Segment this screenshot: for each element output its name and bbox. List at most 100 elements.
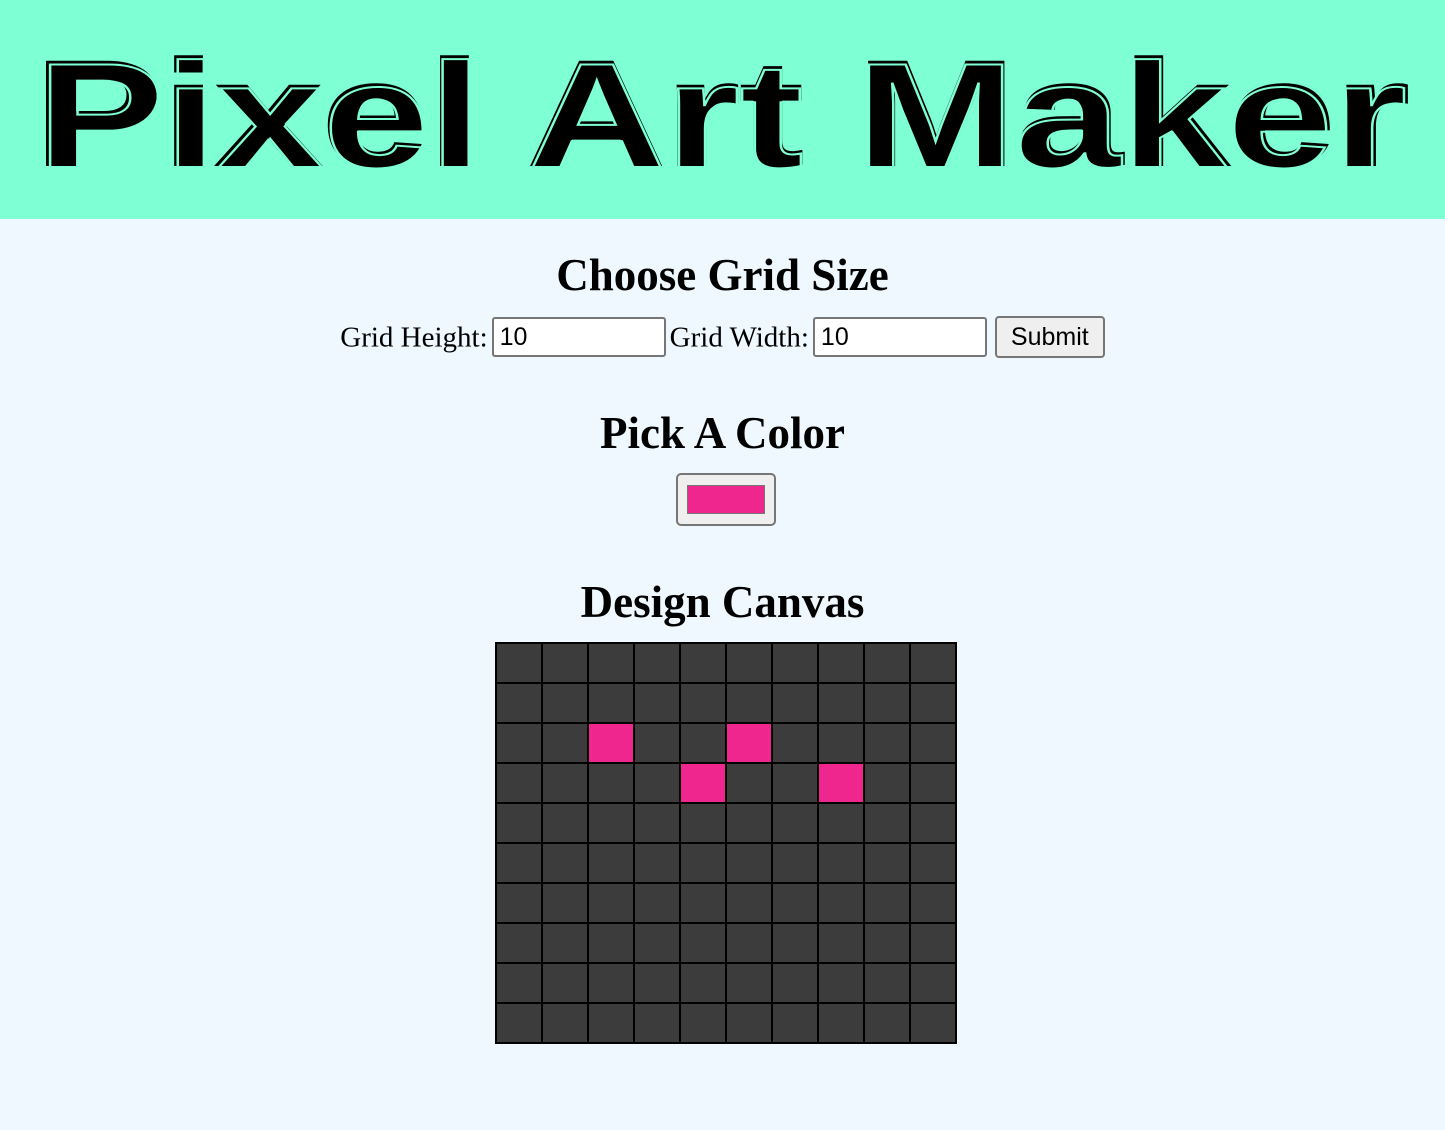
pixel-cell[interactable] — [634, 683, 680, 723]
pixel-cell[interactable] — [496, 723, 542, 763]
pixel-cell[interactable] — [680, 963, 726, 1003]
pixel-cell[interactable] — [680, 723, 726, 763]
pixel-cell[interactable] — [726, 683, 772, 723]
pixel-cell[interactable] — [726, 883, 772, 923]
pixel-cell[interactable] — [680, 763, 726, 803]
pixel-cell[interactable] — [726, 923, 772, 963]
grid-height-input[interactable] — [491, 317, 666, 358]
pixel-cell[interactable] — [772, 803, 818, 843]
pixel-cell[interactable] — [910, 963, 956, 1003]
pixel-cell[interactable] — [910, 763, 956, 803]
pixel-cell[interactable] — [772, 963, 818, 1003]
pixel-cell[interactable] — [496, 1003, 542, 1043]
pixel-cell[interactable] — [772, 1003, 818, 1043]
pixel-cell[interactable] — [864, 723, 910, 763]
pixel-cell[interactable] — [864, 803, 910, 843]
pixel-cell[interactable] — [634, 723, 680, 763]
pixel-cell[interactable] — [634, 1003, 680, 1043]
pixel-cell[interactable] — [818, 923, 864, 963]
pixel-cell[interactable] — [588, 963, 634, 1003]
pixel-cell[interactable] — [864, 963, 910, 1003]
pixel-cell[interactable] — [542, 843, 588, 883]
pixel-cell[interactable] — [726, 763, 772, 803]
pixel-cell[interactable] — [588, 1003, 634, 1043]
pixel-cell[interactable] — [634, 843, 680, 883]
pixel-cell[interactable] — [910, 883, 956, 923]
pixel-cell[interactable] — [680, 883, 726, 923]
pixel-cell[interactable] — [680, 1003, 726, 1043]
pixel-cell[interactable] — [910, 1003, 956, 1043]
pixel-cell[interactable] — [772, 723, 818, 763]
pixel-cell[interactable] — [634, 883, 680, 923]
pixel-cell[interactable] — [818, 763, 864, 803]
pixel-cell[interactable] — [588, 643, 634, 683]
pixel-cell[interactable] — [634, 643, 680, 683]
pixel-cell[interactable] — [910, 923, 956, 963]
pixel-cell[interactable] — [864, 763, 910, 803]
pixel-cell[interactable] — [772, 683, 818, 723]
pixel-cell[interactable] — [818, 723, 864, 763]
pixel-cell[interactable] — [496, 763, 542, 803]
pixel-cell[interactable] — [588, 843, 634, 883]
pixel-cell[interactable] — [542, 923, 588, 963]
submit-button[interactable]: Submit — [994, 316, 1105, 359]
pixel-cell[interactable] — [496, 923, 542, 963]
pixel-cell[interactable] — [864, 843, 910, 883]
pixel-cell[interactable] — [542, 803, 588, 843]
pixel-cell[interactable] — [542, 883, 588, 923]
pixel-cell[interactable] — [496, 643, 542, 683]
pixel-cell[interactable] — [772, 843, 818, 883]
pixel-cell[interactable] — [726, 963, 772, 1003]
color-swatch[interactable] — [687, 485, 765, 514]
pixel-cell[interactable] — [818, 803, 864, 843]
pixel-cell[interactable] — [496, 803, 542, 843]
pixel-cell[interactable] — [864, 643, 910, 683]
pixel-cell[interactable] — [496, 883, 542, 923]
pixel-cell[interactable] — [864, 1003, 910, 1043]
pixel-cell[interactable] — [680, 923, 726, 963]
pixel-cell[interactable] — [726, 1003, 772, 1043]
pixel-cell[interactable] — [818, 963, 864, 1003]
pixel-cell[interactable] — [680, 843, 726, 883]
pixel-cell[interactable] — [680, 683, 726, 723]
pixel-cell[interactable] — [910, 643, 956, 683]
pixel-cell[interactable] — [634, 923, 680, 963]
pixel-cell[interactable] — [588, 683, 634, 723]
pixel-cell[interactable] — [772, 923, 818, 963]
pixel-cell[interactable] — [910, 843, 956, 883]
grid-width-input[interactable] — [812, 317, 987, 358]
pixel-cell[interactable] — [496, 843, 542, 883]
pixel-cell[interactable] — [726, 803, 772, 843]
pixel-cell[interactable] — [542, 723, 588, 763]
pixel-cell[interactable] — [772, 763, 818, 803]
pixel-cell[interactable] — [818, 1003, 864, 1043]
pixel-cell[interactable] — [726, 723, 772, 763]
pixel-cell[interactable] — [772, 643, 818, 683]
pixel-cell[interactable] — [634, 763, 680, 803]
pixel-cell[interactable] — [818, 683, 864, 723]
pixel-cell[interactable] — [818, 883, 864, 923]
pixel-cell[interactable] — [864, 883, 910, 923]
pixel-cell[interactable] — [588, 803, 634, 843]
pixel-cell[interactable] — [910, 803, 956, 843]
pixel-cell[interactable] — [588, 723, 634, 763]
color-picker[interactable] — [676, 473, 776, 526]
pixel-cell[interactable] — [542, 963, 588, 1003]
pixel-cell[interactable] — [542, 763, 588, 803]
pixel-cell[interactable] — [864, 923, 910, 963]
pixel-cell[interactable] — [680, 643, 726, 683]
pixel-cell[interactable] — [588, 763, 634, 803]
pixel-cell[interactable] — [818, 643, 864, 683]
pixel-cell[interactable] — [910, 683, 956, 723]
pixel-cell[interactable] — [910, 723, 956, 763]
pixel-cell[interactable] — [542, 643, 588, 683]
pixel-cell[interactable] — [726, 843, 772, 883]
pixel-cell[interactable] — [634, 803, 680, 843]
pixel-cell[interactable] — [772, 883, 818, 923]
pixel-canvas[interactable] — [495, 642, 957, 1044]
pixel-cell[interactable] — [680, 803, 726, 843]
pixel-cell[interactable] — [726, 643, 772, 683]
pixel-cell[interactable] — [496, 963, 542, 1003]
pixel-cell[interactable] — [542, 1003, 588, 1043]
pixel-cell[interactable] — [542, 683, 588, 723]
